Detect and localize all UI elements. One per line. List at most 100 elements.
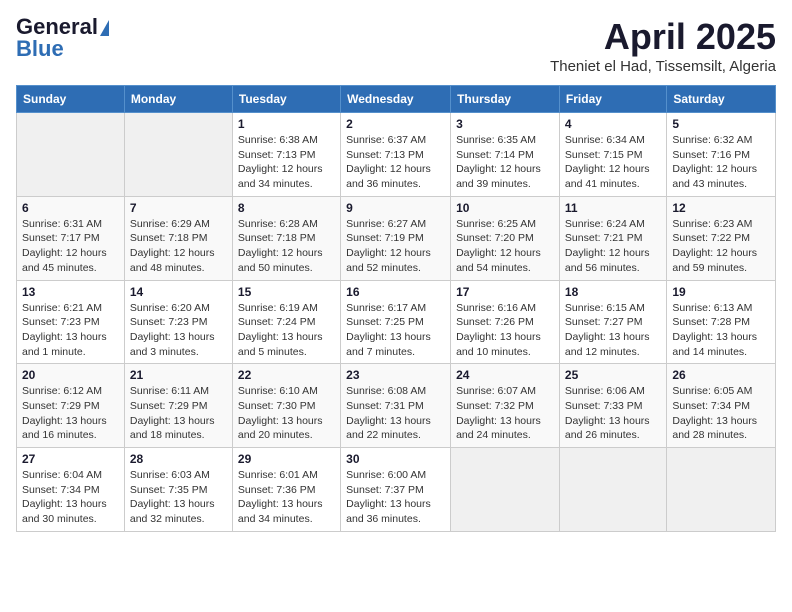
day-info: Sunrise: 6:13 AM Sunset: 7:28 PM Dayligh… xyxy=(672,301,770,360)
calendar-cell: 23Sunrise: 6:08 AM Sunset: 7:31 PM Dayli… xyxy=(341,364,451,448)
day-info: Sunrise: 6:25 AM Sunset: 7:20 PM Dayligh… xyxy=(456,217,554,276)
calendar-cell: 18 Sunrise: 6:15 AM Sunset: 7:27 PM Dayli… xyxy=(559,280,666,364)
day-info: Sunrise: 6:28 AM Sunset: 7:18 PM Dayligh… xyxy=(238,217,335,276)
day-info: Sunrise: 6:31 AM Sunset: 7:17 PM Dayligh… xyxy=(22,217,119,276)
day-number: 5 xyxy=(672,117,770,131)
calendar-title: April 2025 xyxy=(550,16,776,58)
day-info: Sunrise: 6:06 AM Sunset: 7:33 PM Dayligh… xyxy=(565,384,661,443)
calendar-cell: 1 Sunrise: 6:38 AM Sunset: 7:13 PM Daylig… xyxy=(232,113,340,197)
day-number: 26 xyxy=(672,368,770,382)
day-number: 30 xyxy=(346,452,445,466)
calendar-cell: 4 Sunrise: 6:34 AM Sunset: 7:15 PM Daylig… xyxy=(559,113,666,197)
day-info: Sunrise: 6:19 AM Sunset: 7:24 PM Dayligh… xyxy=(238,301,335,360)
calendar-cell: 9 Sunrise: 6:27 AM Sunset: 7:19 PM Daylig… xyxy=(341,196,451,280)
calendar-cell: 22Sunrise: 6:10 AM Sunset: 7:30 PM Dayli… xyxy=(232,364,340,448)
calendar-cell: 17 Sunrise: 6:16 AM Sunset: 7:26 PM Dayli… xyxy=(451,280,560,364)
day-number: 6 xyxy=(22,201,119,215)
day-number: 8 xyxy=(238,201,335,215)
calendar-cell: 5 Sunrise: 6:32 AM Sunset: 7:16 PM Daylig… xyxy=(667,113,776,197)
day-number: 1 xyxy=(238,117,335,131)
calendar-cell: 19Sunrise: 6:13 AM Sunset: 7:28 PM Dayli… xyxy=(667,280,776,364)
day-number: 29 xyxy=(238,452,335,466)
day-info: Sunrise: 6:23 AM Sunset: 7:22 PM Dayligh… xyxy=(672,217,770,276)
day-info: Sunrise: 6:10 AM Sunset: 7:30 PM Dayligh… xyxy=(238,384,335,443)
calendar-cell xyxy=(17,113,125,197)
calendar-cell: 27Sunrise: 6:04 AM Sunset: 7:34 PM Dayli… xyxy=(17,448,125,532)
calendar-cell: 24 Sunrise: 6:07 AM Sunset: 7:32 PM Dayli… xyxy=(451,364,560,448)
calendar-week-row: 20 Sunrise: 6:12 AM Sunset: 7:29 PM Dayli… xyxy=(17,364,776,448)
weekday-header: Wednesday xyxy=(341,86,451,113)
day-number: 17 xyxy=(456,285,554,299)
day-info: Sunrise: 6:05 AM Sunset: 7:34 PM Dayligh… xyxy=(672,384,770,443)
day-info: Sunrise: 6:32 AM Sunset: 7:16 PM Dayligh… xyxy=(672,133,770,192)
calendar-cell: 7Sunrise: 6:29 AM Sunset: 7:18 PM Daylig… xyxy=(124,196,232,280)
day-number: 3 xyxy=(456,117,554,131)
page-header: General Blue April 2025 Theniet el Had, … xyxy=(16,16,776,75)
weekday-header: Monday xyxy=(124,86,232,113)
calendar-cell: 28Sunrise: 6:03 AM Sunset: 7:35 PM Dayli… xyxy=(124,448,232,532)
day-info: Sunrise: 6:11 AM Sunset: 7:29 PM Dayligh… xyxy=(130,384,227,443)
day-info: Sunrise: 6:07 AM Sunset: 7:32 PM Dayligh… xyxy=(456,384,554,443)
calendar-cell xyxy=(451,448,560,532)
calendar-cell: 13Sunrise: 6:21 AM Sunset: 7:23 PM Dayli… xyxy=(17,280,125,364)
day-info: Sunrise: 6:27 AM Sunset: 7:19 PM Dayligh… xyxy=(346,217,445,276)
weekday-header: Tuesday xyxy=(232,86,340,113)
day-number: 25 xyxy=(565,368,661,382)
weekday-header: Friday xyxy=(559,86,666,113)
day-number: 11 xyxy=(565,201,661,215)
calendar-subtitle: Theniet el Had, Tissemsilt, Algeria xyxy=(550,58,776,75)
day-number: 4 xyxy=(565,117,661,131)
calendar-cell: 16 Sunrise: 6:17 AM Sunset: 7:25 PM Dayli… xyxy=(341,280,451,364)
day-number: 9 xyxy=(346,201,445,215)
day-number: 12 xyxy=(672,201,770,215)
calendar-cell: 20 Sunrise: 6:12 AM Sunset: 7:29 PM Dayli… xyxy=(17,364,125,448)
day-number: 13 xyxy=(22,285,119,299)
day-number: 27 xyxy=(22,452,119,466)
calendar-cell: 26 Sunrise: 6:05 AM Sunset: 7:34 PM Dayli… xyxy=(667,364,776,448)
logo-general: General xyxy=(16,16,98,38)
calendar-week-row: 1 Sunrise: 6:38 AM Sunset: 7:13 PM Daylig… xyxy=(17,113,776,197)
calendar-cell: 8 Sunrise: 6:28 AM Sunset: 7:18 PM Daylig… xyxy=(232,196,340,280)
calendar-table: SundayMondayTuesdayWednesdayThursdayFrid… xyxy=(16,85,776,532)
weekday-header: Sunday xyxy=(17,86,125,113)
day-number: 18 xyxy=(565,285,661,299)
day-number: 21 xyxy=(130,368,227,382)
day-info: Sunrise: 6:16 AM Sunset: 7:26 PM Dayligh… xyxy=(456,301,554,360)
calendar-cell: 15 Sunrise: 6:19 AM Sunset: 7:24 PM Dayli… xyxy=(232,280,340,364)
day-info: Sunrise: 6:34 AM Sunset: 7:15 PM Dayligh… xyxy=(565,133,661,192)
calendar-cell: 21 Sunrise: 6:11 AM Sunset: 7:29 PM Dayli… xyxy=(124,364,232,448)
day-info: Sunrise: 6:12 AM Sunset: 7:29 PM Dayligh… xyxy=(22,384,119,443)
logo-triangle-icon xyxy=(100,20,109,36)
day-number: 10 xyxy=(456,201,554,215)
calendar-cell: 3 Sunrise: 6:35 AM Sunset: 7:14 PM Daylig… xyxy=(451,113,560,197)
day-info: Sunrise: 6:37 AM Sunset: 7:13 PM Dayligh… xyxy=(346,133,445,192)
calendar-cell: 30 Sunrise: 6:00 AM Sunset: 7:37 PM Dayli… xyxy=(341,448,451,532)
calendar-cell xyxy=(559,448,666,532)
weekday-header: Saturday xyxy=(667,86,776,113)
day-number: 2 xyxy=(346,117,445,131)
day-number: 24 xyxy=(456,368,554,382)
logo-blue: Blue xyxy=(16,38,64,60)
day-info: Sunrise: 6:01 AM Sunset: 7:36 PM Dayligh… xyxy=(238,468,335,527)
calendar-cell: 12 Sunrise: 6:23 AM Sunset: 7:22 PM Dayli… xyxy=(667,196,776,280)
day-number: 16 xyxy=(346,285,445,299)
day-info: Sunrise: 6:17 AM Sunset: 7:25 PM Dayligh… xyxy=(346,301,445,360)
day-number: 15 xyxy=(238,285,335,299)
day-info: Sunrise: 6:38 AM Sunset: 7:13 PM Dayligh… xyxy=(238,133,335,192)
calendar-cell: 29 Sunrise: 6:01 AM Sunset: 7:36 PM Dayli… xyxy=(232,448,340,532)
day-number: 28 xyxy=(130,452,227,466)
calendar-week-row: 27Sunrise: 6:04 AM Sunset: 7:34 PM Dayli… xyxy=(17,448,776,532)
day-info: Sunrise: 6:15 AM Sunset: 7:27 PM Dayligh… xyxy=(565,301,661,360)
day-number: 14 xyxy=(130,285,227,299)
calendar-cell: 11 Sunrise: 6:24 AM Sunset: 7:21 PM Dayli… xyxy=(559,196,666,280)
day-info: Sunrise: 6:35 AM Sunset: 7:14 PM Dayligh… xyxy=(456,133,554,192)
logo: General Blue xyxy=(16,16,109,60)
calendar-week-row: 6 Sunrise: 6:31 AM Sunset: 7:17 PM Daylig… xyxy=(17,196,776,280)
day-number: 23 xyxy=(346,368,445,382)
weekday-header: Thursday xyxy=(451,86,560,113)
day-number: 20 xyxy=(22,368,119,382)
calendar-cell xyxy=(667,448,776,532)
day-info: Sunrise: 6:24 AM Sunset: 7:21 PM Dayligh… xyxy=(565,217,661,276)
day-info: Sunrise: 6:00 AM Sunset: 7:37 PM Dayligh… xyxy=(346,468,445,527)
calendar-cell xyxy=(124,113,232,197)
